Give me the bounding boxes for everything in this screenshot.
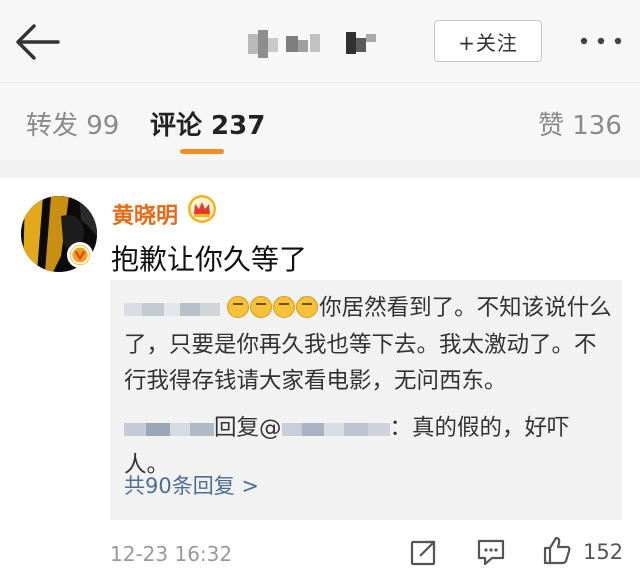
blurred-username xyxy=(124,411,214,447)
blurred-username xyxy=(124,291,220,327)
tab-bar: 转发 99 评论 237 赞 136 xyxy=(0,82,640,161)
top-bar: +关注 xyxy=(0,0,640,82)
comment-username[interactable]: 黄晓明 xyxy=(112,198,178,230)
comment-text: 抱歉让你久等了 xyxy=(111,243,308,276)
tab-likes[interactable]: 赞 136 xyxy=(538,105,622,142)
crying-emoji-icon xyxy=(227,295,319,321)
share-icon[interactable] xyxy=(410,538,438,566)
section-divider xyxy=(0,160,640,178)
like-icon[interactable] xyxy=(542,535,572,565)
tab-comments[interactable]: 评论 237 xyxy=(150,105,265,142)
back-arrow-icon[interactable] xyxy=(14,22,62,62)
crown-icon xyxy=(188,195,216,223)
more-dots-icon[interactable] xyxy=(578,34,624,48)
reply-action: 回复@ xyxy=(214,415,282,441)
like-count: 152 xyxy=(583,540,624,564)
blurred-mention xyxy=(281,411,390,447)
verified-v-icon xyxy=(67,242,93,268)
reply-icon[interactable] xyxy=(476,538,506,566)
reply-item: 你居然看到了。不知该说什么了，只要是你再久我也等下去。我太激动了。不行我得存钱请… xyxy=(124,290,614,399)
tab-repost[interactable]: 转发 99 xyxy=(26,105,119,142)
more-replies-link[interactable]: 共90条回复 > xyxy=(124,470,259,500)
reply-thread[interactable]: 你居然看到了。不知该说什么了，只要是你再久我也等下去。我太激动了。不行我得存钱请… xyxy=(110,280,622,520)
follow-button[interactable]: +关注 xyxy=(434,20,542,62)
active-tab-indicator xyxy=(180,149,224,154)
comment-timestamp: 12-23 16:32 xyxy=(110,542,233,566)
blurred-title xyxy=(248,30,376,58)
comment-item: 黄晓明 抱歉让你久等了 你居然看到了。不知该说什么了，只要是你再久我也等下去。我… xyxy=(0,178,640,581)
